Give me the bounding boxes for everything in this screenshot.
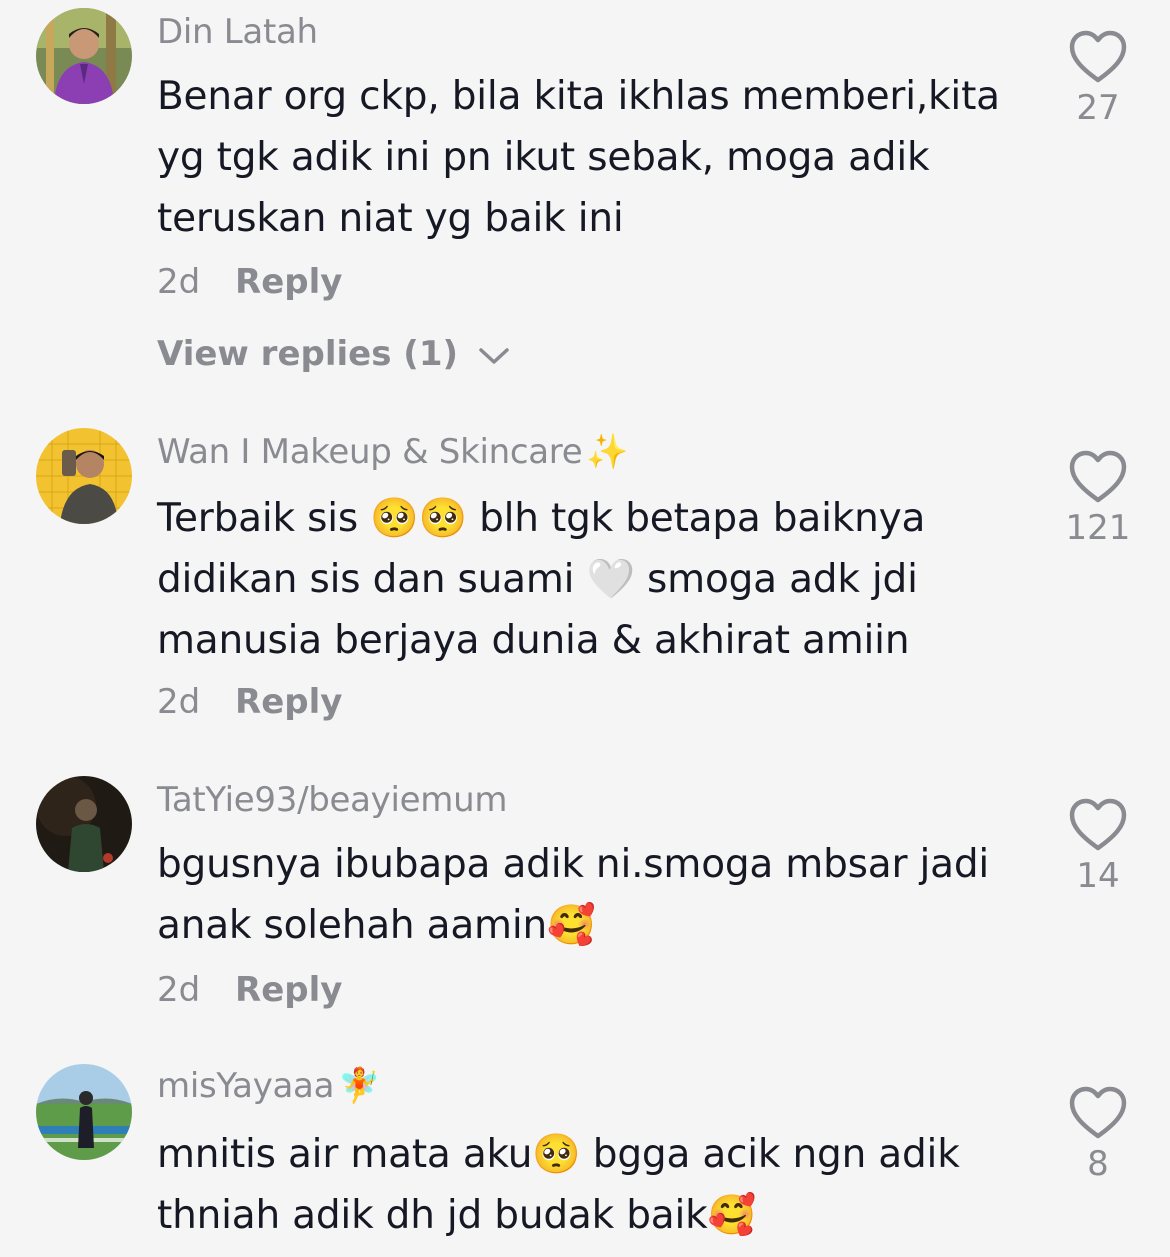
username[interactable]: misYayaaa 🧚 — [157, 1066, 380, 1106]
comment-text: Benar org ckp, bila kita ikhlas memberi,… — [157, 74, 1000, 241]
avatar[interactable] — [36, 1064, 132, 1160]
like-button[interactable]: 14 — [1058, 798, 1138, 896]
chevron-down-icon — [479, 347, 509, 364]
avatar[interactable] — [36, 776, 132, 872]
username-text[interactable]: Din Latah — [157, 12, 318, 52]
comment-meta: 2d Reply — [157, 262, 342, 302]
username-text[interactable]: misYayaaa — [157, 1066, 334, 1106]
username[interactable]: TatYie93/beayiemum — [157, 780, 507, 820]
comment-text: bgusnya ibubapa adik ni.smoga mbsar jadi… — [157, 842, 990, 948]
comment-time: 2d — [157, 970, 201, 1010]
comment-time: 2d — [157, 682, 201, 722]
fairy-badge: 🧚 — [338, 1066, 381, 1106]
like-button[interactable]: 27 — [1058, 30, 1138, 128]
like-count: 27 — [1076, 88, 1120, 128]
comment-text: Terbaik sis 🥺🥺 blh tgk betapa baiknya di… — [157, 496, 926, 663]
comment-time: 2d — [157, 262, 201, 302]
comment-text: mnitis air mata aku🥺 bgga acik ngn adik … — [157, 1132, 960, 1238]
heart-outline-icon — [1069, 1086, 1127, 1139]
like-count: 121 — [1065, 508, 1131, 548]
heart-outline-icon — [1069, 30, 1127, 83]
username[interactable]: Din Latah — [157, 12, 318, 52]
reply-button[interactable]: Reply — [235, 262, 342, 302]
username-text[interactable]: Wan I Makeup & Skincare — [157, 432, 583, 472]
reply-button[interactable]: Reply — [235, 682, 342, 722]
view-replies-label: View replies (1) — [157, 334, 459, 374]
username-text[interactable]: TatYie93/beayiemum — [157, 780, 507, 820]
comment-meta: 2d Reply — [157, 682, 342, 722]
comment-meta: 2d Reply — [157, 970, 342, 1010]
like-count: 14 — [1076, 856, 1120, 896]
view-replies-button[interactable]: View replies (1) — [157, 334, 510, 374]
username[interactable]: Wan I Makeup & Skincare ✨ — [157, 432, 629, 472]
avatar[interactable] — [36, 8, 132, 104]
like-button[interactable]: 8 — [1058, 1086, 1138, 1184]
reply-button[interactable]: Reply — [235, 970, 342, 1010]
heart-outline-icon — [1069, 450, 1127, 503]
heart-outline-icon — [1069, 798, 1127, 851]
like-button[interactable]: 121 — [1058, 450, 1138, 548]
like-count: 8 — [1087, 1144, 1109, 1184]
sparkles-badge: ✨ — [586, 432, 629, 472]
avatar[interactable] — [36, 428, 132, 524]
